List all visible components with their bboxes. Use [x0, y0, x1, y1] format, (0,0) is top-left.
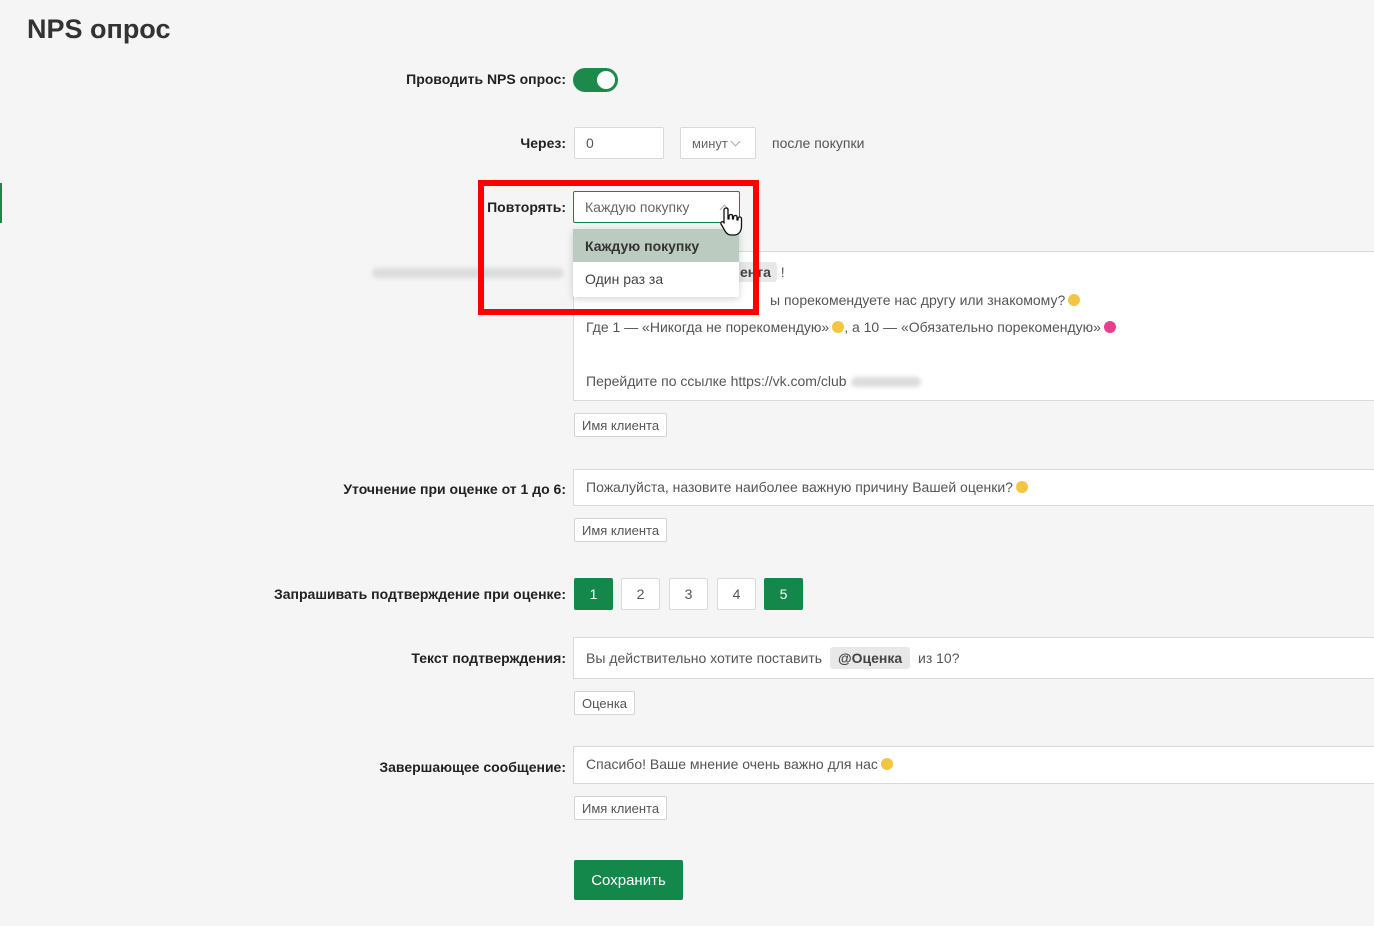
sad-emoji-icon — [832, 321, 845, 333]
rating-button-1[interactable]: 1 — [574, 578, 613, 610]
disappointed-emoji-icon — [1015, 481, 1028, 493]
delay-label: Через: — [520, 135, 566, 151]
clarify-text: Пожалуйста, назовите наиболее важную при… — [586, 479, 1013, 495]
highlight-box — [478, 180, 759, 315]
message-link-text: Перейдите по ссылке https://vk.com/club — [586, 373, 847, 389]
final-insert-client-name-button[interactable]: Имя клиента — [574, 796, 668, 820]
clarify-label: Уточнение при оценке от 1 до 6: — [343, 481, 566, 497]
final-message-label: Завершающее сообщение: — [379, 759, 566, 775]
rating-button-5[interactable]: 5 — [764, 578, 803, 610]
clarify-insert-client-name-button[interactable]: Имя клиента — [574, 518, 668, 542]
confirm-text-after: из 10? — [918, 650, 960, 666]
rating-button-3[interactable]: 3 — [669, 578, 708, 610]
final-message-input[interactable]: Спасибо! Ваше мнение очень важно для нас — [573, 746, 1374, 784]
message-question-text: ы порекомендуете нас другу или знакомому… — [770, 292, 1066, 308]
insert-rating-button[interactable]: Оценка — [574, 691, 636, 715]
blurred-link-part — [850, 377, 921, 388]
rating-variable-chip: @Оценка — [829, 647, 911, 669]
rating-button-4[interactable]: 4 — [717, 578, 756, 610]
confirm-text-label: Текст подтверждения: — [411, 650, 566, 666]
thinking-emoji-icon — [1068, 294, 1081, 306]
message-scale-text: Где 1 — «Никогда не порекомендую» — [586, 319, 830, 335]
chevron-down-icon — [730, 136, 741, 146]
toggle-knob — [597, 71, 615, 89]
message-chip-suffix: ! — [780, 264, 785, 280]
message-scale-mid-text: , а 10 — «Обязательно порекомендую» — [844, 319, 1101, 335]
final-message-text: Спасибо! Ваше мнение очень важно для нас — [586, 756, 878, 772]
insert-client-name-button[interactable]: Имя клиента — [574, 413, 668, 437]
sidebar-active-indicator — [0, 183, 2, 223]
nps-toggle[interactable] — [573, 68, 618, 92]
nps-toggle-label: Проводить NPS опрос: — [406, 71, 566, 87]
confirm-rating-label: Запрашивать подтверждение при оценке: — [273, 586, 566, 602]
smile-emoji-icon — [880, 758, 893, 770]
page-title: NPS опрос — [27, 14, 171, 44]
hand-cursor-icon — [720, 207, 743, 236]
heart-eyes-emoji-icon — [1103, 321, 1116, 333]
clarify-input[interactable]: Пожалуйста, назовите наиболее важную при… — [573, 469, 1374, 506]
delay-suffix: после покупки — [772, 135, 865, 151]
delay-unit-select[interactable]: минут — [680, 127, 756, 159]
confirm-text-input[interactable]: Вы действительно хотите поставить @Оценк… — [573, 637, 1374, 679]
confirm-text-before: Вы действительно хотите поставить — [586, 650, 823, 666]
delay-input[interactable]: 0 — [574, 127, 664, 159]
save-button[interactable]: Сохранить — [574, 860, 683, 900]
rating-button-2[interactable]: 2 — [621, 578, 660, 610]
delay-unit-value: минут — [692, 135, 728, 151]
